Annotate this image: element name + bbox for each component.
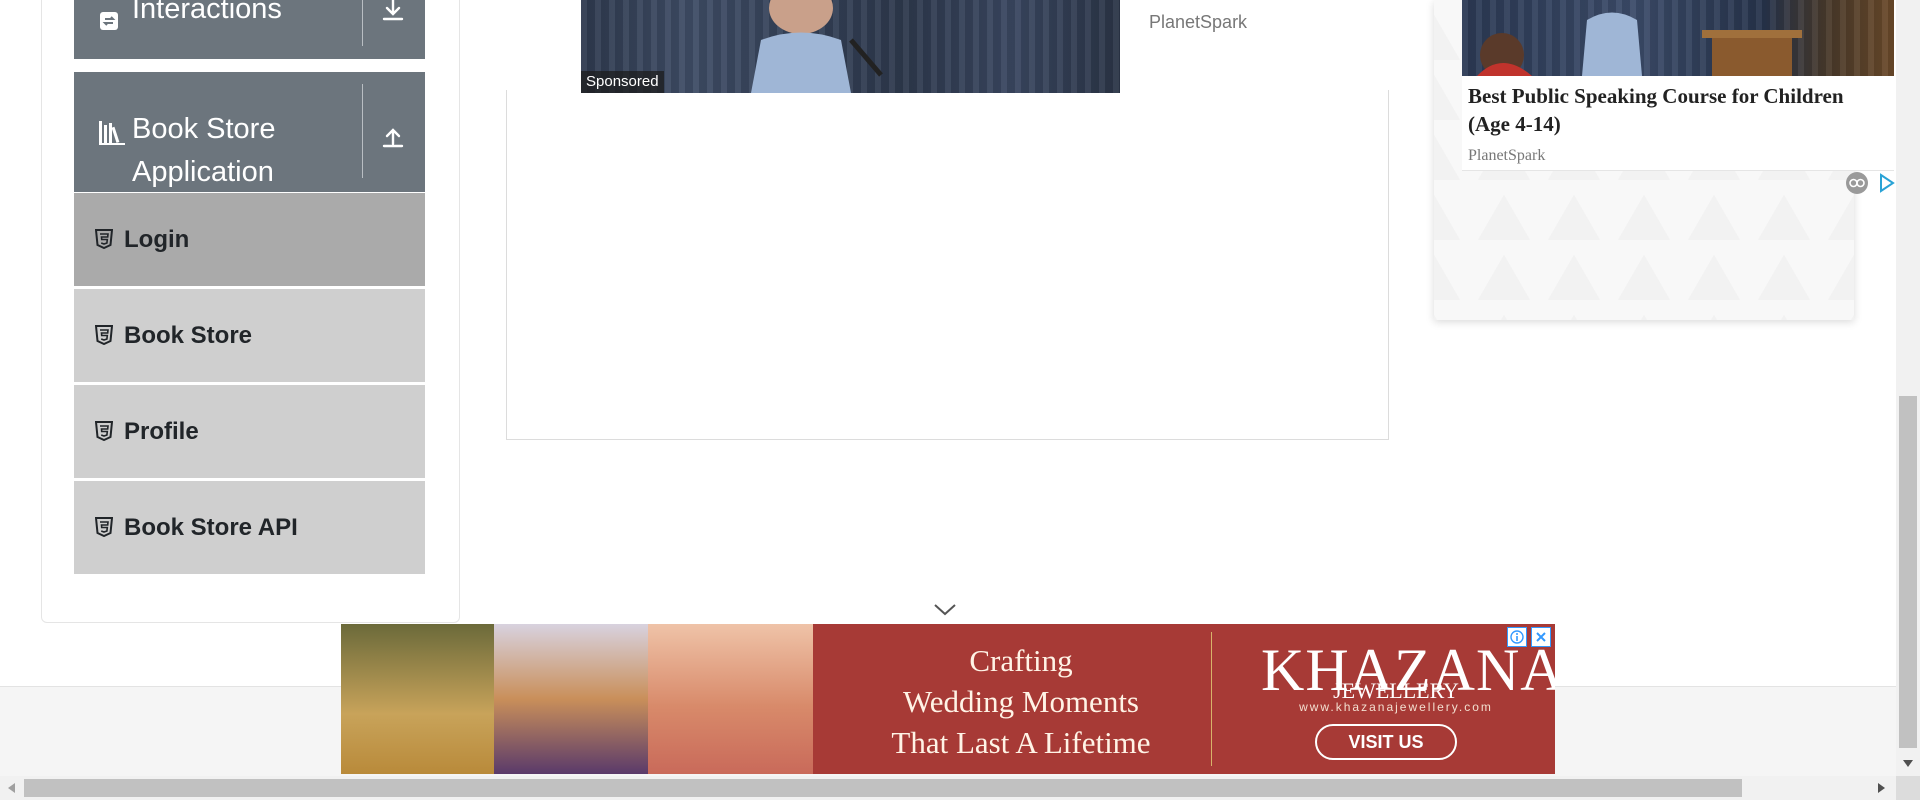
tagline-line: Wedding Moments <box>902 684 1139 719</box>
model-photo <box>341 624 494 774</box>
right-ad-image[interactable] <box>1462 0 1894 76</box>
sponsored-brand[interactable]: PlanetSpark <box>1149 12 1247 33</box>
content-panel <box>506 90 1389 440</box>
scroll-left-arrow-icon[interactable] <box>2 778 22 798</box>
html5-icon <box>94 421 114 442</box>
adchoices-eye-icon[interactable] <box>1846 172 1868 194</box>
group-divider <box>362 84 363 178</box>
scroll-right-arrow-icon[interactable] <box>1872 778 1892 798</box>
html5-icon <box>94 325 114 346</box>
vertical-scrollbar-thumb[interactable] <box>1899 396 1917 748</box>
visit-us-button[interactable]: VISIT US <box>1315 724 1457 760</box>
interactions-icon <box>98 10 120 38</box>
html5-icon <box>94 229 114 250</box>
sidebar-item-login[interactable]: Login <box>74 192 425 286</box>
scrollbar-corner <box>1896 776 1920 800</box>
sidebar-item-profile[interactable]: Profile <box>74 384 425 478</box>
close-icon[interactable] <box>1531 627 1551 647</box>
sidebar-item-label: Profile <box>124 418 199 445</box>
sidebar-item-label: Login <box>124 226 190 253</box>
info-icon[interactable] <box>1507 627 1527 647</box>
html5-icon <box>94 517 114 538</box>
books-icon <box>98 119 126 151</box>
model-photo <box>494 624 648 774</box>
model-photo <box>648 624 813 774</box>
banner-tagline: Crafting Wedding Moments That Last A Lif… <box>841 640 1201 763</box>
horizontal-scrollbar-thumb[interactable] <box>24 779 1742 797</box>
download-icon[interactable] <box>373 0 413 30</box>
chevron-down-icon[interactable] <box>933 603 957 622</box>
sidebar-item-book-store[interactable]: Book Store <box>74 288 425 382</box>
group-header-book-store-application[interactable]: Book Store Application <box>74 72 425 192</box>
right-ad-title[interactable]: Best Public Speaking Course for Children… <box>1468 82 1888 138</box>
group-title-interactions: Interactions <box>132 0 282 25</box>
banner-divider <box>1211 632 1212 766</box>
tagline-line: Crafting <box>969 643 1073 678</box>
upload-icon[interactable] <box>373 116 413 156</box>
group-title-line1: Book Store <box>132 113 276 145</box>
group-header-interactions[interactable]: Interactions <box>74 0 425 59</box>
tagline-line: That Last A Lifetime <box>891 725 1151 760</box>
sidebar-item-label: Book Store API <box>124 514 298 541</box>
group-title-line2: Application <box>132 156 274 188</box>
right-ad-brand[interactable]: PlanetSpark <box>1468 147 1545 165</box>
sponsored-label: Sponsored <box>581 71 664 93</box>
group-divider <box>362 0 363 46</box>
sidebar-item-book-store-api[interactable]: Book Store API <box>74 480 425 574</box>
scroll-down-arrow-icon[interactable] <box>1898 754 1918 774</box>
jewellery-ad-banner[interactable]: Crafting Wedding Moments That Last A Lif… <box>341 624 1555 774</box>
brand-url: www.khazanajewellery.com <box>1299 700 1493 714</box>
sidebar-item-label: Book Store <box>124 322 253 349</box>
